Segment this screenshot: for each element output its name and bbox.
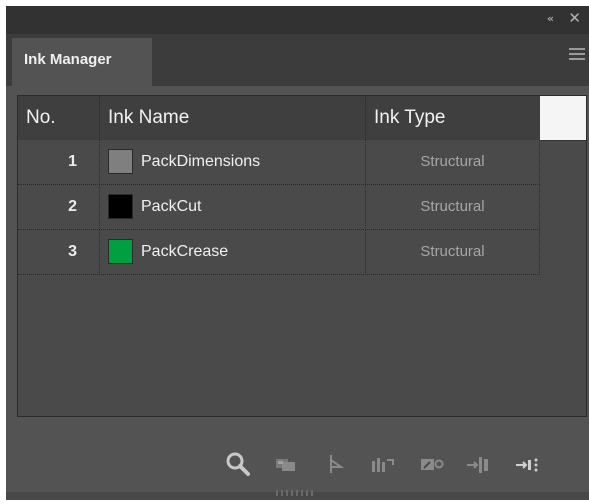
ink-swatch[interactable]: [108, 194, 133, 219]
ink-name: PackDimensions: [141, 153, 261, 170]
column-header-no[interactable]: No.: [18, 96, 100, 140]
table-row[interactable]: 1 PackDimensions Structural: [18, 140, 540, 185]
ink-export-icon[interactable]: [514, 450, 542, 478]
panel-title-bar: « ✕: [6, 6, 589, 34]
tab-bar: Ink Manager: [6, 34, 589, 86]
ink-manager-panel: « ✕ Ink Manager No. Ink Name Ink Type 1 …: [6, 6, 589, 500]
row-number: 3: [18, 230, 100, 275]
ink-name: PackCrease: [141, 243, 229, 260]
ink-edit-icon[interactable]: [418, 450, 446, 478]
collapse-icon[interactable]: «: [547, 12, 554, 25]
tab-ink-manager[interactable]: Ink Manager: [12, 38, 152, 86]
ink-swatch[interactable]: [108, 149, 133, 174]
column-header-ink-type[interactable]: Ink Type: [366, 96, 540, 140]
ink-table: No. Ink Name Ink Type 1 PackDimensions S…: [17, 95, 587, 417]
ink-reassign-icon[interactable]: [272, 450, 300, 478]
row-number: 1: [18, 140, 100, 185]
search-icon[interactable]: [224, 450, 252, 478]
ink-name-cell: PackCut: [100, 185, 366, 230]
column-header-ink-name[interactable]: Ink Name: [100, 96, 366, 140]
ink-create-icon[interactable]: [322, 450, 350, 478]
ink-type-cell[interactable]: Structural: [366, 230, 540, 275]
resize-grip-icon[interactable]: [276, 490, 316, 496]
ink-import-icon[interactable]: [464, 450, 492, 478]
table-row[interactable]: 2 PackCut Structural: [18, 185, 540, 230]
close-icon[interactable]: ✕: [568, 9, 581, 27]
ink-type-cell[interactable]: Structural: [366, 185, 540, 230]
ink-merge-icon[interactable]: [368, 450, 396, 478]
ink-swatch[interactable]: [108, 239, 133, 264]
bottom-toolbar: [6, 442, 589, 482]
row-number: 2: [18, 185, 100, 230]
ink-name: PackCut: [141, 198, 202, 215]
column-header-filler: [540, 96, 586, 140]
panel-menu-icon[interactable]: [569, 48, 585, 62]
ink-type-cell[interactable]: Structural: [366, 140, 540, 185]
table-header: No. Ink Name Ink Type: [18, 96, 586, 141]
ink-name-cell: PackCrease: [100, 230, 366, 275]
table-row[interactable]: 3 PackCrease Structural: [18, 230, 540, 275]
ink-name-cell: PackDimensions: [100, 140, 366, 185]
